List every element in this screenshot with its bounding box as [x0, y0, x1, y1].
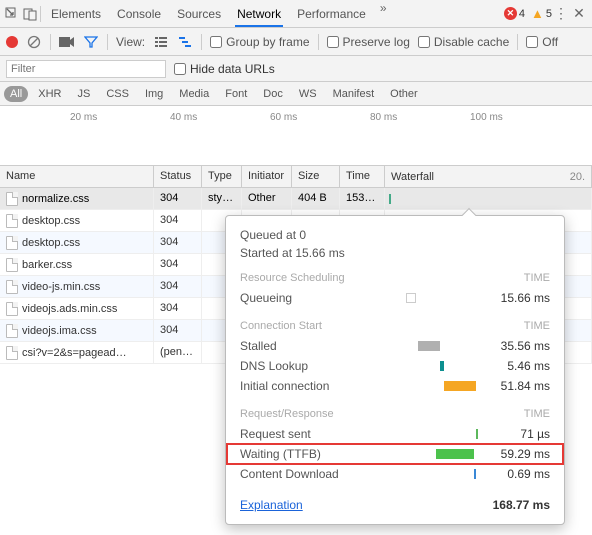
file-icon	[6, 302, 18, 316]
disable-cache-label: Disable cache	[434, 35, 509, 49]
offline-label: Off	[542, 35, 558, 49]
overview-timeline[interactable]: 20 ms 40 ms 60 ms 80 ms 100 ms	[0, 106, 592, 166]
file-icon	[6, 236, 18, 250]
explanation-link[interactable]: Explanation	[240, 498, 303, 512]
type-filter-other[interactable]: Other	[384, 86, 424, 102]
file-icon	[6, 192, 18, 206]
timeline-tick: 20 ms	[70, 112, 97, 123]
timing-waiting-ttfb: Waiting (TTFB) 59.29 ms	[240, 444, 550, 464]
view-list-icon[interactable]	[153, 34, 169, 50]
preserve-log-label: Preserve log	[343, 35, 410, 49]
timing-sent: Request sent 71 µs	[240, 424, 550, 444]
type-filter-img[interactable]: Img	[139, 86, 169, 102]
timeline-tick: 100 ms	[470, 112, 503, 123]
preserve-log-checkbox[interactable]: Preserve log	[327, 35, 410, 49]
file-icon	[6, 346, 18, 360]
timing-tooltip: Queued at 0 Started at 15.66 ms Resource…	[225, 215, 565, 525]
file-icon	[6, 324, 18, 338]
tab-network[interactable]: Network	[235, 1, 283, 27]
table-headers: Name Status Type Initiator Size Time Wat…	[0, 166, 592, 188]
tab-performance[interactable]: Performance	[295, 1, 368, 27]
hide-data-urls-checkbox[interactable]: Hide data URLs	[174, 62, 275, 76]
file-icon	[6, 214, 18, 228]
col-waterfall[interactable]: Waterfall20.	[385, 166, 592, 187]
tab-console[interactable]: Console	[115, 1, 163, 27]
offline-checkbox[interactable]: Off	[526, 35, 558, 49]
record-button[interactable]	[6, 36, 18, 48]
queued-text: Queued at 0	[240, 228, 550, 242]
section-connection-start: Connection Start	[240, 320, 322, 332]
type-filter-xhr[interactable]: XHR	[32, 86, 67, 102]
file-icon	[6, 258, 18, 272]
file-icon	[6, 280, 18, 294]
close-icon[interactable]: ✕	[570, 5, 588, 22]
inspect-icon[interactable]	[4, 6, 20, 22]
started-text: Started at 15.66 ms	[240, 246, 550, 260]
time-label: TIME	[524, 408, 550, 420]
type-filter-all[interactable]: All	[4, 86, 28, 102]
timeline-tick: 40 ms	[170, 112, 197, 123]
warning-badge[interactable]: ▲5	[531, 6, 552, 21]
type-filter-bar: AllXHRJSCSSImgMediaFontDocWSManifestOthe…	[0, 82, 592, 106]
hide-data-urls-label: Hide data URLs	[190, 62, 275, 76]
timing-dns: DNS Lookup 5.46 ms	[240, 356, 550, 376]
time-label: TIME	[524, 272, 550, 284]
col-name[interactable]: Name	[0, 166, 154, 187]
filter-input[interactable]	[6, 60, 166, 78]
col-type[interactable]: Type	[202, 166, 242, 187]
timing-download: Content Download 0.69 ms	[240, 464, 550, 484]
filter-icon[interactable]	[83, 34, 99, 50]
group-by-frame-checkbox[interactable]: Group by frame	[210, 35, 309, 49]
table-row[interactable]: normalize.css304styl…Other404 B153…	[0, 188, 592, 210]
camera-icon[interactable]	[59, 34, 75, 50]
kebab-menu-icon[interactable]: ⋮	[554, 5, 568, 22]
total-time: 168.77 ms	[493, 498, 550, 512]
view-label: View:	[116, 35, 145, 49]
group-by-frame-label: Group by frame	[226, 35, 309, 49]
type-filter-doc[interactable]: Doc	[257, 86, 289, 102]
col-time[interactable]: Time	[340, 166, 385, 187]
timeline-tick: 60 ms	[270, 112, 297, 123]
col-size[interactable]: Size	[292, 166, 340, 187]
timing-initial: Initial connection 51.84 ms	[240, 376, 550, 396]
col-status[interactable]: Status	[154, 166, 202, 187]
timeline-tick: 80 ms	[370, 112, 397, 123]
type-filter-font[interactable]: Font	[219, 86, 253, 102]
type-filter-js[interactable]: JS	[71, 86, 96, 102]
section-resource-scheduling: Resource Scheduling	[240, 272, 345, 284]
timing-stalled: Stalled 35.56 ms	[240, 336, 550, 356]
clear-icon[interactable]	[26, 34, 42, 50]
disable-cache-checkbox[interactable]: Disable cache	[418, 35, 509, 49]
tabs-overflow-icon[interactable]: »	[380, 1, 387, 27]
time-label: TIME	[524, 320, 550, 332]
view-waterfall-icon[interactable]	[177, 34, 193, 50]
panel-tabs: Elements Console Sources Network Perform…	[49, 1, 498, 27]
error-badge[interactable]: ✕4	[504, 7, 525, 20]
tab-elements[interactable]: Elements	[49, 1, 103, 27]
section-request-response: Request/Response	[240, 408, 334, 420]
type-filter-ws[interactable]: WS	[293, 86, 323, 102]
type-filter-media[interactable]: Media	[173, 86, 215, 102]
timing-queueing: Queueing 15.66 ms	[240, 288, 550, 308]
tab-sources[interactable]: Sources	[175, 1, 223, 27]
type-filter-manifest[interactable]: Manifest	[327, 86, 381, 102]
col-initiator[interactable]: Initiator	[242, 166, 292, 187]
device-icon[interactable]	[22, 6, 38, 22]
type-filter-css[interactable]: CSS	[100, 86, 135, 102]
